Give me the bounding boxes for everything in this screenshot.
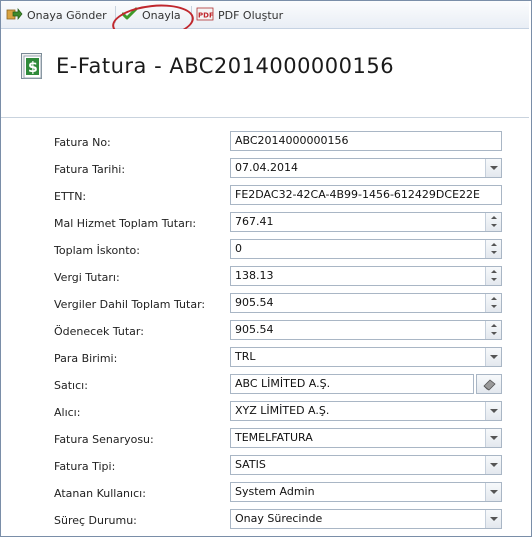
field-label: Atanan Kullanıcı: — [54, 487, 146, 500]
page-title: E-Fatura - ABC2014000000156 — [56, 54, 395, 78]
form-row: Vergi Tutarı: 138.13 — [0, 265, 532, 289]
field-label: Fatura Tarihi: — [54, 163, 126, 176]
spin-up-icon[interactable] — [491, 324, 497, 327]
field-label: Para Birimi: — [54, 352, 118, 365]
field-value: 905.54 — [235, 323, 274, 336]
form-row: Fatura Senaryosu: TEMELFATURA — [0, 427, 532, 451]
field-label: Fatura Senaryosu: — [54, 433, 154, 446]
form-row: Fatura Tarihi: 07.04.2014 — [0, 157, 532, 181]
field-value: 905.54 — [235, 296, 274, 309]
form-row: ETTN: FE2DAC32-42CA-4B99-1456-612429DCE22… — [0, 184, 532, 208]
text-field[interactable]: ABC LİMİTED A.Ş. — [230, 374, 474, 394]
svg-text:$: $ — [28, 60, 38, 76]
spin-up-icon[interactable] — [491, 270, 497, 273]
send-for-approval-button[interactable]: Onaya Gönder — [6, 6, 107, 24]
toolbar: Onaya Gönder Onayla PDF PDF Oluştur — [1, 1, 529, 29]
form-row: Fatura Tipi: SATIS — [0, 454, 532, 478]
svg-text:PDF: PDF — [198, 11, 214, 19]
numeric-field[interactable]: 905.54 — [230, 293, 502, 313]
form-row: Süreç Durumu: Onay Sürecinde — [0, 508, 532, 532]
form-row: Mal Hizmet Toplam Tutarı: 767.41 — [0, 211, 532, 235]
field-value: TEMELFATURA — [235, 431, 313, 444]
create-pdf-button[interactable]: PDF PDF Oluştur — [196, 6, 283, 24]
form-row: Toplam İskonto: 0 — [0, 238, 532, 262]
spin-down-icon[interactable] — [491, 332, 497, 335]
field-label: Toplam İskonto: — [54, 244, 140, 257]
dropdown-field[interactable]: SATIS — [230, 455, 502, 475]
chevron-down-icon[interactable] — [485, 456, 501, 474]
numeric-field[interactable]: 905.54 — [230, 320, 502, 340]
field-value: XYZ LİMİTED A.Ş. — [235, 404, 330, 417]
field-label: Vergiler Dahil Toplam Tutar: — [54, 298, 206, 311]
chevron-down-icon[interactable] — [485, 483, 501, 501]
field-value: ABC LİMİTED A.Ş. — [235, 377, 331, 390]
field-value: 0 — [235, 242, 242, 255]
spin-down-icon[interactable] — [491, 278, 497, 281]
form-row: Ödenecek Tutar: 905.54 — [0, 319, 532, 343]
page-header: $ E-Fatura - ABC2014000000156 — [1, 29, 529, 118]
chevron-down-icon[interactable] — [485, 348, 501, 366]
create-pdf-label: PDF Oluştur — [218, 8, 284, 22]
numeric-field[interactable]: 0 — [230, 239, 502, 259]
dropdown-field[interactable]: Onay Sürecinde — [230, 509, 502, 529]
dropdown-field[interactable]: TRL — [230, 347, 502, 367]
spinner-arrows-icon[interactable] — [485, 294, 501, 312]
spinner-arrows-icon[interactable] — [485, 240, 501, 258]
field-label: Ödenecek Tutar: — [54, 325, 144, 338]
spin-down-icon[interactable] — [491, 224, 497, 227]
pdf-icon: PDF — [196, 7, 214, 24]
field-label: Süreç Durumu: — [54, 514, 137, 527]
field-label: ETTN: — [54, 190, 87, 203]
field-value: Onay Sürecinde — [235, 512, 323, 525]
field-label: Alıcı: — [54, 406, 81, 419]
chevron-down-icon[interactable] — [485, 429, 501, 447]
send-arrow-icon — [6, 7, 23, 24]
field-value: FE2DAC32-42CA-4B99-1456-612429DCE22E — [235, 188, 480, 201]
field-label: Vergi Tutarı: — [54, 271, 120, 284]
form-row: Atanan Kullanıcı: System Admin — [0, 481, 532, 505]
form-row: Vergiler Dahil Toplam Tutar: 905.54 — [0, 292, 532, 316]
field-value: ABC2014000000156 — [235, 134, 349, 147]
eraser-icon[interactable] — [476, 374, 502, 394]
form-row: Satıcı: ABC LİMİTED A.Ş. — [0, 373, 532, 397]
spin-up-icon[interactable] — [491, 297, 497, 300]
field-value: 07.04.2014 — [235, 161, 298, 174]
field-label: Fatura No: — [54, 136, 111, 149]
field-label: Fatura Tipi: — [54, 460, 116, 473]
dropdown-field[interactable]: 07.04.2014 — [230, 158, 502, 178]
invoice-dollar-icon: $ — [21, 53, 44, 80]
form-row: Alıcı: XYZ LİMİTED A.Ş. — [0, 400, 532, 424]
field-value: 767.41 — [235, 215, 274, 228]
form-row: Fatura No: ABC2014000000156 — [0, 130, 532, 154]
field-value: SATIS — [235, 458, 266, 471]
chevron-down-icon[interactable] — [485, 159, 501, 177]
spinner-arrows-icon[interactable] — [485, 321, 501, 339]
text-field[interactable]: FE2DAC32-42CA-4B99-1456-612429DCE22E — [230, 185, 502, 205]
numeric-field[interactable]: 767.41 — [230, 212, 502, 232]
dropdown-field[interactable]: System Admin — [230, 482, 502, 502]
field-label: Mal Hizmet Toplam Tutarı: — [54, 217, 197, 230]
spinner-arrows-icon[interactable] — [485, 213, 501, 231]
numeric-field[interactable]: 138.13 — [230, 266, 502, 286]
send-for-approval-label: Onaya Gönder — [27, 8, 107, 22]
spin-up-icon[interactable] — [491, 243, 497, 246]
field-value: 138.13 — [235, 269, 274, 282]
spin-up-icon[interactable] — [491, 216, 497, 219]
chevron-down-icon[interactable] — [485, 402, 501, 420]
dropdown-field[interactable]: TEMELFATURA — [230, 428, 502, 448]
field-value: TRL — [235, 350, 256, 363]
spin-down-icon[interactable] — [491, 305, 497, 308]
field-label: Satıcı: — [54, 379, 88, 392]
field-value: System Admin — [235, 485, 315, 498]
dropdown-field[interactable]: XYZ LİMİTED A.Ş. — [230, 401, 502, 421]
spinner-arrows-icon[interactable] — [485, 267, 501, 285]
chevron-down-icon[interactable] — [485, 510, 501, 528]
spin-down-icon[interactable] — [491, 251, 497, 254]
text-field[interactable]: ABC2014000000156 — [230, 131, 502, 151]
form-row: Para Birimi: TRL — [0, 346, 532, 370]
